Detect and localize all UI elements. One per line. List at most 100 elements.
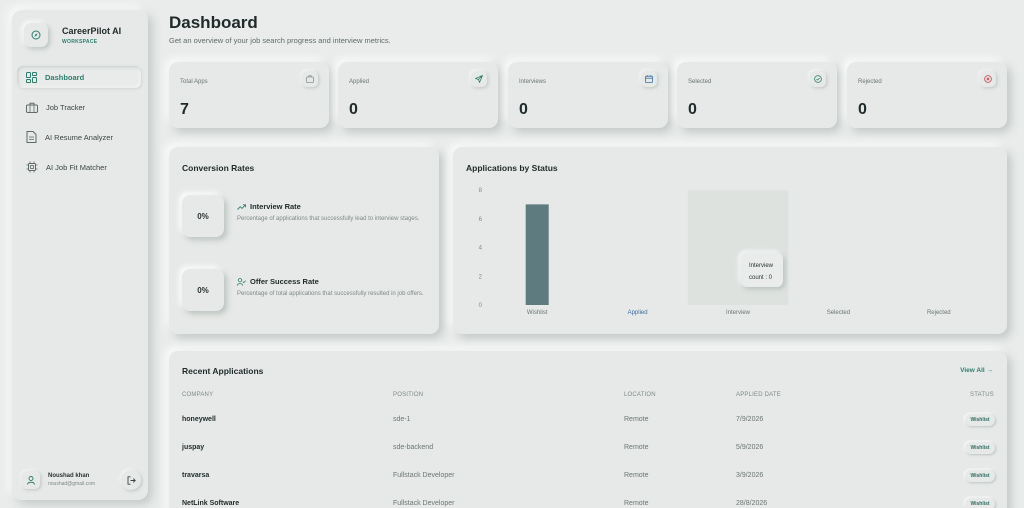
stat-value: 7 bbox=[180, 101, 189, 118]
offer-rate-title: Offer Success Rate bbox=[237, 277, 427, 286]
briefcase-icon bbox=[302, 71, 318, 87]
stat-card-interviews: Interviews 0 bbox=[508, 62, 668, 128]
x-tick-label: Interview bbox=[726, 310, 751, 316]
stat-label: Selected bbox=[688, 79, 712, 85]
stat-card-selected: Selected 0 bbox=[677, 62, 837, 128]
stat-label: Rejected bbox=[858, 79, 882, 85]
chart-hover-band bbox=[687, 190, 789, 305]
chart-bar bbox=[525, 204, 549, 305]
stat-label: Total Apps bbox=[180, 79, 208, 85]
sidebar-item-label: AI Job Fit Matcher bbox=[46, 162, 107, 172]
table-row[interactable]: juspay sde-backend Remote 5/9/2026 Wishl… bbox=[169, 434, 1009, 462]
card-title: Conversion Rates bbox=[182, 163, 255, 173]
send-icon bbox=[471, 71, 487, 87]
cell-position: Fullstack Developer bbox=[393, 500, 455, 507]
briefcase-icon bbox=[26, 102, 38, 113]
cell-company: NetLink Software bbox=[182, 500, 240, 507]
sidebar-item-dashboard[interactable]: Dashboard bbox=[17, 66, 141, 88]
table-row[interactable]: travarsa Fullstack Developer Remote 3/9/… bbox=[169, 462, 1009, 490]
stat-card-total-apps: Total Apps 7 bbox=[169, 62, 329, 128]
cell-location: Remote bbox=[624, 444, 649, 451]
brand-subtitle: WORKSPACE bbox=[62, 38, 98, 45]
sidebar-nav: Dashboard Job Tracker AI Resume Analyzer… bbox=[17, 66, 141, 186]
recent-applications-card: Recent Applications View All → COMPANY P… bbox=[169, 351, 1007, 508]
brand: CareerPilot AI WORKSPACE bbox=[24, 18, 136, 52]
status-badge: Wishlist bbox=[965, 414, 995, 426]
cell-location: Remote bbox=[624, 416, 649, 423]
page-title: Dashboard bbox=[169, 13, 258, 32]
cell-date: 7/9/2026 bbox=[736, 416, 764, 423]
stat-label: Interviews bbox=[519, 79, 547, 85]
y-tick-label: 0 bbox=[479, 303, 483, 309]
y-tick-label: 2 bbox=[479, 274, 483, 280]
status-bar-chart: 8 6 4 2 0 Wishlist Applied Interview Selected Rej… bbox=[479, 188, 951, 316]
cell-location: Remote bbox=[624, 500, 649, 507]
cell-position: Fullstack Developer bbox=[393, 472, 455, 479]
stat-value: 0 bbox=[858, 101, 867, 118]
calendar-icon bbox=[641, 71, 657, 87]
table-row[interactable]: honeywell sde-1 Remote 7/9/2026 Wishlist bbox=[169, 406, 1009, 434]
stat-value: 0 bbox=[688, 101, 697, 118]
document-icon bbox=[26, 131, 37, 143]
offer-rate-description: Percentage of total applications that su… bbox=[237, 291, 424, 297]
chip-icon bbox=[26, 161, 38, 173]
stat-label: Applied bbox=[349, 79, 370, 85]
column-header-status: STATUS bbox=[970, 392, 994, 398]
x-tick-label: Selected bbox=[827, 310, 850, 316]
cell-company: juspay bbox=[182, 444, 205, 451]
cell-date: 3/9/2026 bbox=[736, 472, 764, 479]
stat-value: 0 bbox=[519, 101, 528, 118]
view-all-link[interactable]: View All → bbox=[960, 367, 993, 374]
sidebar-item-label: Dashboard bbox=[45, 72, 85, 82]
column-header-applied-date: APPLIED DATE bbox=[736, 392, 781, 398]
column-header-position: POSITION bbox=[393, 392, 424, 398]
cell-company: honeywell bbox=[182, 416, 216, 423]
user-check-icon bbox=[237, 277, 246, 286]
cell-date: 5/9/2026 bbox=[736, 444, 764, 451]
user-email: noushad@gmail.com bbox=[48, 481, 96, 487]
cell-company: travarsa bbox=[182, 472, 210, 479]
sidebar-item-job-fit-matcher[interactable]: AI Job Fit Matcher bbox=[17, 156, 141, 178]
status-badge: Wishlist bbox=[965, 470, 995, 482]
logout-button[interactable] bbox=[121, 470, 141, 490]
interview-rate-value: 0% bbox=[182, 195, 224, 237]
compass-icon bbox=[24, 23, 48, 47]
conversion-rates-card: Conversion Rates 0% Interview Rate Perce… bbox=[169, 147, 439, 334]
x-tick-label: Applied bbox=[628, 310, 648, 316]
status-chart-card: Applications by Status 8 6 4 2 0 Wishlist Appl… bbox=[453, 147, 1007, 334]
x-tick-label: Wishlist bbox=[527, 310, 548, 316]
trending-up-icon bbox=[237, 203, 246, 210]
user-name: Noushad khan bbox=[48, 473, 90, 479]
chart-tooltip: Interview count : 0 bbox=[741, 253, 783, 287]
user-icon bbox=[22, 471, 40, 489]
y-tick-label: 4 bbox=[479, 246, 483, 252]
y-tick-label: 6 bbox=[479, 217, 483, 223]
dashboard-icon bbox=[26, 71, 37, 83]
status-badge: Wishlist bbox=[965, 442, 995, 454]
sidebar-item-label: Job Tracker bbox=[46, 102, 86, 112]
sidebar-item-job-tracker[interactable]: Job Tracker bbox=[17, 96, 141, 118]
sidebar-item-resume-analyzer[interactable]: AI Resume Analyzer bbox=[17, 126, 141, 148]
card-title: Recent Applications bbox=[182, 366, 264, 376]
stat-card-rejected: Rejected 0 bbox=[847, 62, 1007, 128]
column-header-company: COMPANY bbox=[182, 392, 214, 398]
offer-rate-value: 0% bbox=[182, 269, 224, 311]
cell-location: Remote bbox=[624, 472, 649, 479]
page-subtitle: Get an overview of your job search progr… bbox=[169, 36, 391, 45]
user-profile: Noushad khan noushad@gmail.com bbox=[19, 466, 141, 494]
stat-card-applied: Applied 0 bbox=[338, 62, 498, 128]
x-tick-label: Rejected bbox=[927, 310, 951, 316]
status-badge: Wishlist bbox=[965, 498, 995, 508]
y-tick-label: 8 bbox=[479, 188, 483, 194]
cell-position: sde-backend bbox=[393, 444, 434, 451]
cell-position: sde-1 bbox=[393, 416, 411, 423]
column-header-location: LOCATION bbox=[624, 392, 656, 398]
cell-date: 28/8/2026 bbox=[736, 500, 768, 507]
brand-name: CareerPilot AI bbox=[62, 25, 122, 36]
interview-rate-description: Percentage of applications that successf… bbox=[237, 216, 420, 222]
logout-icon bbox=[127, 475, 136, 485]
interview-rate-title: Interview Rate bbox=[237, 202, 427, 211]
x-circle-icon bbox=[980, 71, 996, 87]
check-circle-icon bbox=[810, 71, 826, 87]
table-row[interactable]: NetLink Software Fullstack Developer Rem… bbox=[169, 490, 1009, 508]
